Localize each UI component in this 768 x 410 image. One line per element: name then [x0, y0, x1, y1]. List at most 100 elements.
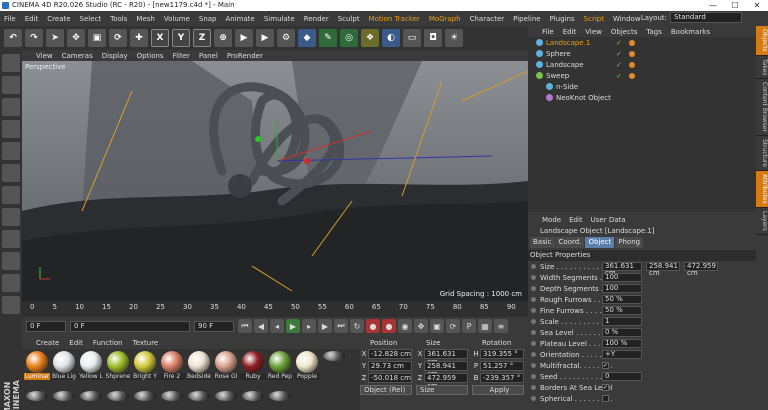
- size-mode-dropdown[interactable]: Size: [416, 385, 468, 395]
- deformer-icon[interactable]: ◐: [382, 29, 400, 47]
- viewport-menu-panel[interactable]: Panel: [199, 52, 218, 60]
- attribute-menu-edit[interactable]: Edit: [569, 216, 583, 224]
- menu-select[interactable]: Select: [80, 15, 102, 23]
- menu-tools[interactable]: Tools: [110, 15, 127, 23]
- object-row[interactable]: NeoKnot Object: [528, 92, 756, 103]
- menu-window[interactable]: Window: [613, 15, 641, 23]
- side-tab-attributes[interactable]: Attributes: [756, 171, 768, 208]
- material-swatch[interactable]: Poppie: [294, 351, 320, 389]
- object-menu-objects[interactable]: Objects: [611, 28, 637, 36]
- material-swatch[interactable]: Bedside: [186, 351, 212, 389]
- menu-edit[interactable]: Edit: [25, 15, 39, 23]
- phong-tag-icon[interactable]: [629, 72, 635, 79]
- object-menu-tags[interactable]: Tags: [646, 28, 662, 36]
- object-menu-view[interactable]: View: [585, 28, 602, 36]
- rotation-value-field[interactable]: 319.355 °: [480, 349, 524, 359]
- start-frame-field[interactable]: 0 F: [70, 320, 190, 332]
- pla-key-icon[interactable]: ▦: [478, 319, 492, 333]
- attribute-value-field[interactable]: 100: [602, 273, 642, 282]
- material-swatch[interactable]: [159, 391, 185, 410]
- next-key-icon[interactable]: ▶: [318, 319, 332, 333]
- viewport-3d[interactable]: Perspective Grid Spacing : 1000 cm: [22, 61, 528, 301]
- timeline-menu-icon[interactable]: ≡: [494, 319, 508, 333]
- menu-mograph[interactable]: MoGraph: [429, 15, 461, 23]
- workplane-icon[interactable]: [2, 120, 20, 138]
- record-keys-icon[interactable]: ●: [366, 319, 380, 333]
- side-tab-takes[interactable]: Takes: [756, 56, 768, 80]
- coordinate-system-icon[interactable]: ⊕: [214, 29, 232, 47]
- make-editable-icon[interactable]: [2, 54, 20, 72]
- material-swatch[interactable]: Rose Gl: [213, 351, 239, 389]
- material-swatch[interactable]: [51, 391, 77, 410]
- subdivision-icon[interactable]: ◎: [340, 29, 358, 47]
- keyframe-dot-icon[interactable]: [531, 275, 536, 280]
- undo-icon[interactable]: ↶: [4, 29, 22, 47]
- keyframe-dot-icon[interactable]: [531, 352, 536, 357]
- render-view-icon[interactable]: ▶: [235, 29, 253, 47]
- menu-animate[interactable]: Animate: [226, 15, 255, 23]
- keyframe-dot-icon[interactable]: [531, 396, 536, 401]
- material-swatch[interactable]: [105, 391, 131, 410]
- material-swatch[interactable]: [213, 391, 239, 410]
- attribute-checkbox[interactable]: ✓: [602, 362, 609, 369]
- minimize-button[interactable]: —: [702, 0, 724, 11]
- attribute-value-field[interactable]: +Y: [602, 350, 642, 359]
- material-swatch[interactable]: Luminar: [24, 351, 50, 389]
- keyframe-dot-icon[interactable]: [531, 264, 536, 269]
- x-axis-lock-button[interactable]: X: [151, 29, 169, 47]
- material-swatch[interactable]: [78, 391, 104, 410]
- viewport-menu-filter[interactable]: Filter: [173, 52, 190, 60]
- visibility-check-icon[interactable]: ✓: [616, 50, 622, 58]
- menu-volume[interactable]: Volume: [164, 15, 190, 23]
- visibility-check-icon[interactable]: ✓: [616, 61, 622, 69]
- object-row[interactable]: n-Side: [528, 81, 756, 92]
- points-mode-icon[interactable]: [2, 142, 20, 160]
- size-value-field[interactable]: 361.631 cm: [424, 349, 468, 366]
- material-menu-function[interactable]: Function: [93, 339, 123, 347]
- snap-icon[interactable]: [2, 252, 20, 270]
- coord-mode-dropdown[interactable]: Object (Rel): [360, 385, 412, 395]
- material-swatch[interactable]: [186, 391, 212, 410]
- object-row[interactable]: Sphere ✓: [528, 48, 756, 59]
- viewport-menu-options[interactable]: Options: [137, 52, 164, 60]
- attribute-value-field[interactable]: 50 %: [602, 295, 642, 304]
- object-row[interactable]: Landscape.1 ✓: [528, 37, 756, 48]
- attribute-value-field-z[interactable]: 472.959 cm: [684, 262, 718, 277]
- attribute-checkbox[interactable]: [602, 395, 609, 402]
- side-tab-objects[interactable]: Objects: [756, 26, 768, 56]
- size-value-field[interactable]: 472.959 cm: [424, 373, 468, 390]
- menu-sculpt[interactable]: Sculpt: [338, 15, 360, 23]
- menu-plugins[interactable]: Plugins: [550, 15, 575, 23]
- tab-phong[interactable]: Phong: [615, 237, 644, 248]
- pos-key-icon[interactable]: ✥: [414, 319, 428, 333]
- keyframe-dot-icon[interactable]: [531, 363, 536, 368]
- keyframe-dot-icon[interactable]: [531, 308, 536, 313]
- material-swatch[interactable]: [321, 351, 347, 389]
- material-menu-edit[interactable]: Edit: [69, 339, 83, 347]
- object-menu-edit[interactable]: Edit: [563, 28, 577, 36]
- material-menu-texture[interactable]: Texture: [133, 339, 159, 347]
- prev-frame-icon[interactable]: ◂: [270, 319, 284, 333]
- attribute-value-field[interactable]: 100 %: [602, 339, 642, 348]
- menu-pipeline[interactable]: Pipeline: [513, 15, 540, 23]
- render-settings-icon[interactable]: ⚙: [277, 29, 295, 47]
- menu-character[interactable]: Character: [470, 15, 505, 23]
- end-frame-field[interactable]: 90 F: [194, 320, 234, 332]
- attribute-value-field[interactable]: 0 %: [602, 328, 642, 337]
- attribute-value-field-y[interactable]: 258.941 cm: [646, 262, 680, 277]
- side-tab-content-browser[interactable]: Content Browser: [756, 79, 768, 137]
- current-frame-field[interactable]: 0 F: [26, 320, 66, 332]
- y-axis-lock-button[interactable]: Y: [172, 29, 190, 47]
- attribute-menu-mode[interactable]: Mode: [542, 216, 561, 224]
- object-row[interactable]: Sweep ✓: [528, 70, 756, 81]
- attribute-value-field[interactable]: 0: [602, 372, 642, 381]
- menu-snap[interactable]: Snap: [199, 15, 217, 23]
- lock-workplane-icon[interactable]: [2, 274, 20, 292]
- material-swatch[interactable]: Shprene: [105, 351, 131, 389]
- pen-icon[interactable]: ✎: [319, 29, 337, 47]
- visibility-check-icon[interactable]: ✓: [616, 39, 622, 47]
- move-icon[interactable]: ✥: [67, 29, 85, 47]
- next-frame-icon[interactable]: ▸: [302, 319, 316, 333]
- play-icon[interactable]: ▶: [286, 319, 300, 333]
- magnet-icon[interactable]: [2, 296, 20, 314]
